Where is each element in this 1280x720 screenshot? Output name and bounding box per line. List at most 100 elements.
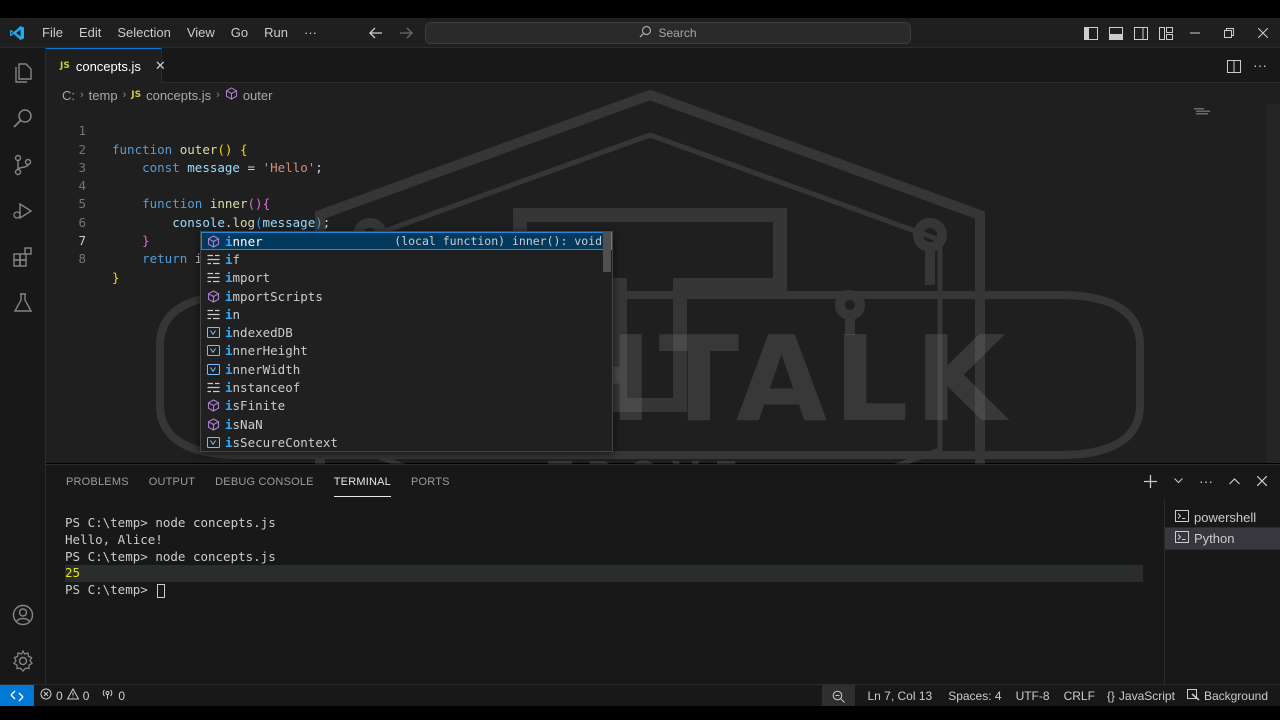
breadcrumb-drive[interactable]: C:	[62, 88, 75, 103]
tab-concepts-js[interactable]: JS concepts.js ✕	[46, 48, 166, 83]
menu-file[interactable]: File	[34, 18, 71, 48]
terminal-prompt: PS C:\temp>	[65, 582, 156, 598]
status-bar-right: Ln 7, Col 13 Spaces: 4 UTF-8 CRLF {} Jav…	[822, 685, 1274, 707]
suggestion-detail: (local function) inner(): void	[394, 234, 602, 249]
chevron-down-icon[interactable]	[1170, 471, 1186, 491]
more-actions-icon[interactable]: ···	[1250, 56, 1270, 76]
toggle-secondary-sidebar-icon[interactable]	[1128, 18, 1153, 48]
close-window-icon[interactable]	[1246, 18, 1280, 48]
suggestion-item[interactable]: in	[201, 305, 612, 323]
close-tab-icon[interactable]: ✕	[155, 58, 166, 74]
autocomplete-suggestions: inner (local function) inner(): void if imp…	[200, 231, 613, 452]
terminal-session-powershell[interactable]: powershell	[1165, 507, 1280, 528]
close-panel-icon[interactable]	[1254, 471, 1270, 491]
more-actions-icon[interactable]: ···	[1198, 471, 1214, 491]
terminal-output-text: Hello, Alice!	[65, 531, 163, 547]
suggestion-item[interactable]: import	[201, 269, 612, 287]
terminal-session-label: powershell	[1194, 510, 1257, 525]
end-of-line[interactable]: CRLF	[1058, 685, 1101, 707]
menu-bar: File Edit Selection View Go Run ···	[34, 18, 325, 48]
menu-run[interactable]: Run	[256, 18, 296, 48]
suggestion-item[interactable]: isSecureContext	[201, 433, 612, 451]
extensions-icon[interactable]	[0, 234, 46, 280]
minimize-icon[interactable]	[1178, 18, 1212, 48]
suggestion-item[interactable]: innerWidth	[201, 360, 612, 378]
settings-gear-icon[interactable]	[0, 638, 46, 684]
menu-edit[interactable]: Edit	[71, 18, 109, 48]
suggestion-item[interactable]: importScripts	[201, 287, 612, 305]
terminal-session-python[interactable]: Python	[1164, 527, 1280, 550]
remote-indicator-icon[interactable]	[0, 684, 34, 707]
suggestion-item[interactable]: inner (local function) inner(): void	[201, 232, 612, 251]
suggestion-scrollbar[interactable]	[603, 232, 611, 272]
menu-view[interactable]: View	[179, 18, 223, 48]
code-line-current: 7 return i	[46, 214, 1196, 268]
suggestion-item[interactable]: instanceof	[201, 378, 612, 396]
broadcast-icon	[101, 688, 114, 703]
toggle-primary-sidebar-icon[interactable]	[1078, 18, 1103, 48]
suggestion-item[interactable]: isNaN	[201, 415, 612, 433]
method-icon	[204, 289, 222, 303]
title-bar: File Edit Selection View Go Run ··· Sear…	[0, 18, 1280, 48]
variable-icon	[204, 436, 222, 448]
toggle-panel-icon[interactable]	[1103, 18, 1128, 48]
background-tasks[interactable]: Background	[1181, 685, 1274, 707]
keyword-icon	[204, 309, 222, 320]
variable-icon	[204, 363, 222, 375]
suggestion-label: innerWidth	[225, 361, 301, 377]
cursor-position[interactable]: Ln 7, Col 13	[861, 685, 938, 707]
tab-output[interactable]: OUTPUT	[139, 465, 205, 499]
back-arrow-icon[interactable]	[366, 23, 386, 43]
testing-flask-icon[interactable]	[0, 280, 46, 326]
accounts-icon[interactable]	[0, 592, 46, 638]
suggestion-label: indexedDB	[225, 325, 293, 341]
braces-icon: {}	[1106, 689, 1115, 703]
suggestion-item[interactable]: indexedDB	[201, 324, 612, 342]
explorer-icon[interactable]	[0, 50, 46, 96]
split-editor-icon[interactable]	[1224, 56, 1244, 76]
ports-status[interactable]: 0	[95, 685, 131, 707]
breadcrumb-folder[interactable]: temp	[89, 88, 118, 103]
run-and-debug-icon[interactable]	[0, 188, 46, 234]
problems-status[interactable]: 0 0	[34, 685, 95, 707]
suggestion-item[interactable]: innerHeight	[201, 342, 612, 360]
chevron-right-icon: ›	[80, 89, 84, 101]
restore-icon[interactable]	[1212, 18, 1246, 48]
navigation-arrows	[366, 18, 416, 48]
language-mode[interactable]: {} JavaScript	[1101, 685, 1181, 707]
breadcrumb-symbol[interactable]: outer	[243, 88, 273, 103]
method-icon	[204, 418, 222, 431]
minimap[interactable]	[1194, 104, 1212, 115]
tab-debug-console[interactable]: DEBUG CONSOLE	[205, 465, 324, 499]
suggestion-item[interactable]: isFinite	[201, 397, 612, 415]
suggestion-label: import	[225, 270, 271, 286]
suggestion-label: if	[225, 251, 241, 267]
tab-terminal[interactable]: TERMINAL	[324, 465, 401, 499]
new-terminal-plus-icon[interactable]	[1142, 471, 1158, 491]
terminal-command: node concepts.js	[155, 515, 276, 530]
menu-go[interactable]: Go	[223, 18, 256, 48]
zoom-icon[interactable]	[822, 685, 856, 707]
menu-selection[interactable]: Selection	[109, 18, 178, 48]
customize-layout-icon[interactable]	[1153, 18, 1178, 48]
search-label: Search	[658, 26, 697, 40]
breadcrumb-file[interactable]: concepts.js	[146, 88, 211, 103]
status-bar: 0 0 0 Ln 7, Col 13 Spaces: 4 UTF-8 CRLF …	[0, 684, 1280, 707]
encoding[interactable]: UTF-8	[1010, 685, 1056, 707]
terminal-output[interactable]: PS C:\temp> node concepts.js Hello, Alic…	[65, 515, 1145, 599]
command-center-search[interactable]: Search	[425, 22, 911, 44]
search-view-icon[interactable]	[0, 96, 46, 142]
editor-scrollbar[interactable]	[1266, 104, 1280, 463]
indentation[interactable]: Spaces: 4	[942, 685, 1007, 707]
suggestion-item[interactable]: if	[201, 250, 612, 268]
suggestion-label: innerHeight	[225, 343, 308, 359]
menu-more[interactable]: ···	[296, 18, 325, 48]
vscode-logo-icon	[0, 18, 34, 48]
maximize-panel-icon[interactable]	[1226, 471, 1242, 491]
source-control-icon[interactable]	[0, 142, 46, 188]
error-count: 0	[56, 688, 63, 703]
tab-ports[interactable]: PORTS	[401, 465, 460, 499]
warning-count: 0	[82, 688, 90, 703]
forward-arrow-icon[interactable]	[396, 23, 416, 43]
tab-problems[interactable]: PROBLEMS	[56, 465, 139, 499]
